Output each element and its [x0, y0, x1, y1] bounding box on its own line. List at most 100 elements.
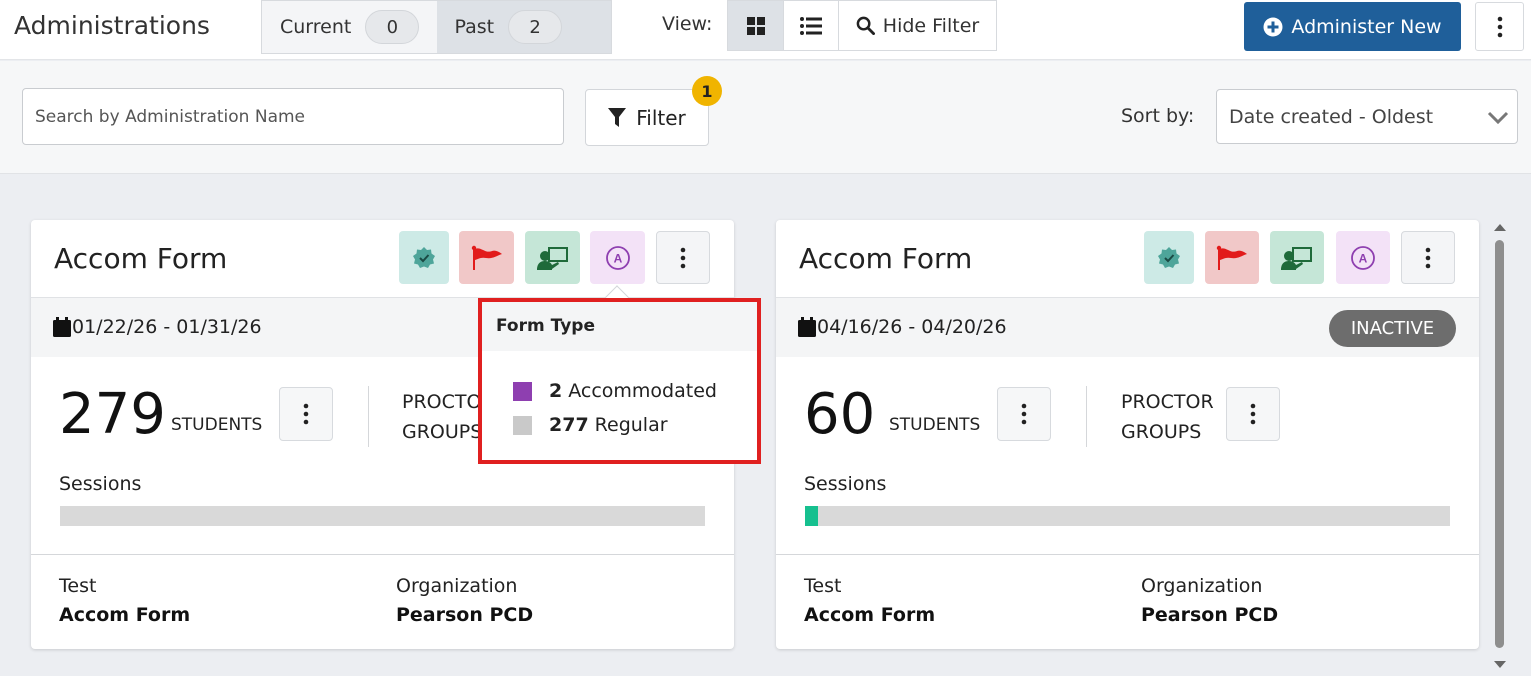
filter-funnel-icon [608, 107, 627, 127]
plus-circle-icon [1263, 17, 1283, 36]
tab-current-label: Current [280, 16, 352, 38]
form-type-count: 277 [549, 414, 589, 436]
filter-label: Filter [636, 105, 686, 130]
date-range-text: 04/16/26 - 04/20/26 [817, 316, 1007, 338]
popover-title: Form Type [482, 302, 757, 351]
flag-icon [1216, 245, 1247, 270]
proctor-badge[interactable] [525, 231, 580, 284]
tab-group: Current 0 Past 2 [261, 0, 612, 54]
kebab-icon [680, 247, 686, 268]
kebab-icon [1425, 247, 1431, 268]
hide-filter-label: Hide Filter [882, 14, 980, 37]
certificate-icon [413, 246, 435, 268]
filter-count-badge: 1 [692, 76, 722, 106]
proctor-groups-label: PROCTOR GROUPS [1121, 387, 1241, 447]
scroll-thumb[interactable] [1495, 240, 1504, 648]
proctor-label-line1: PROCTOR [402, 391, 482, 413]
view-label: View: [662, 13, 713, 35]
proctor-label-line2: GROUPS [402, 421, 482, 443]
divider [776, 554, 1479, 555]
sessions-progress-bar [805, 506, 1450, 526]
form-type-label: Accommodated [568, 380, 717, 402]
test-label: Test [59, 575, 97, 597]
form-type-label: Regular [594, 414, 668, 436]
filter-button[interactable]: Filter [585, 89, 709, 146]
sessions-label: Sessions [804, 473, 887, 495]
accommodation-icon: A [1351, 245, 1375, 270]
proctor-label-line1: PROCTOR [1121, 391, 1214, 413]
kebab-icon [1021, 403, 1027, 425]
test-value: Accom Form [59, 604, 191, 626]
kebab-icon [1250, 403, 1256, 425]
form-type-popover: Form Type 2 Accommodated 277 Regular [478, 298, 761, 464]
administer-new-button[interactable]: Administer New [1244, 2, 1461, 51]
test-value: Accom Form [804, 604, 936, 626]
certification-badge[interactable] [399, 231, 449, 284]
students-more-button[interactable] [279, 387, 333, 441]
organization-label: Organization [396, 575, 518, 597]
students-count: 279 [59, 382, 166, 447]
more-options-button[interactable] [1475, 2, 1524, 51]
tab-past-label: Past [454, 16, 495, 38]
flag-badge[interactable] [459, 231, 514, 284]
grid-view-icon [746, 16, 765, 35]
sessions-progress-bar [60, 506, 705, 526]
test-label: Test [804, 575, 842, 597]
card-more-button[interactable] [1401, 231, 1455, 284]
tab-current-count: 0 [365, 10, 420, 44]
organization-label: Organization [1141, 575, 1263, 597]
calendar-icon [53, 317, 71, 337]
calendar-icon [798, 317, 816, 337]
proctor-groups-label: PROCTOR GROUPS [402, 387, 482, 447]
search-input[interactable] [22, 88, 564, 145]
page-title: Administrations [14, 11, 210, 40]
legend-swatch [513, 381, 532, 401]
scroll-up-arrow[interactable] [1494, 224, 1506, 231]
card-more-button[interactable] [656, 231, 710, 284]
list-view-button[interactable] [783, 0, 839, 51]
divider [1086, 386, 1087, 447]
sort-select[interactable]: Date created - Oldest [1216, 89, 1518, 144]
organization-value: Pearson PCD [1141, 604, 1279, 626]
svg-text:A: A [613, 251, 622, 265]
accommodation-badge[interactable]: A [590, 231, 645, 284]
status-badge: INACTIVE [1329, 310, 1456, 347]
tab-past[interactable]: Past 2 [436, 1, 611, 53]
form-type-row-accommodated: 2 Accommodated [513, 380, 717, 402]
students-more-button[interactable] [997, 387, 1051, 441]
divider [368, 386, 369, 447]
proctor-badge[interactable] [1270, 231, 1324, 284]
students-label: STUDENTS [171, 415, 263, 435]
hide-filter-button[interactable]: Hide Filter [838, 0, 997, 51]
date-range: 01/22/26 - 01/31/26 [53, 316, 262, 338]
card-title: Accom Form [799, 242, 973, 275]
search-icon [856, 16, 875, 35]
kebab-icon [303, 403, 309, 425]
certificate-icon [1158, 246, 1180, 268]
date-range-text: 01/22/26 - 01/31/26 [72, 316, 262, 338]
flag-badge[interactable] [1205, 231, 1259, 284]
svg-text:A: A [1359, 251, 1368, 265]
date-range: 04/16/26 - 04/20/26 [798, 316, 1007, 338]
students-label: STUDENTS [889, 415, 981, 435]
flag-icon [471, 245, 502, 270]
tab-past-count: 2 [508, 10, 563, 44]
proctor-label-line2: GROUPS [1121, 421, 1202, 443]
form-type-count: 2 [549, 380, 563, 402]
proctor-groups-more-button[interactable] [1226, 387, 1280, 441]
list-view-icon [800, 16, 822, 35]
scrollbar[interactable] [1490, 220, 1510, 676]
sessions-label: Sessions [59, 473, 142, 495]
grid-view-button[interactable] [727, 0, 784, 51]
tab-current[interactable]: Current 0 [262, 1, 437, 53]
accommodation-badge[interactable]: A [1336, 231, 1390, 284]
sort-label: Sort by: [1121, 105, 1195, 127]
filter-bar: Filter 1 Sort by: Date created - Oldest [0, 61, 1531, 174]
form-type-row-regular: 277 Regular [513, 414, 668, 436]
students-count: 60 [804, 382, 876, 447]
date-strip: 04/16/26 - 04/20/26 INACTIVE [776, 297, 1479, 357]
chevron-down-icon [1487, 111, 1509, 125]
scroll-down-arrow[interactable] [1494, 661, 1506, 668]
administer-new-label: Administer New [1291, 15, 1442, 38]
certification-badge[interactable] [1144, 231, 1194, 284]
